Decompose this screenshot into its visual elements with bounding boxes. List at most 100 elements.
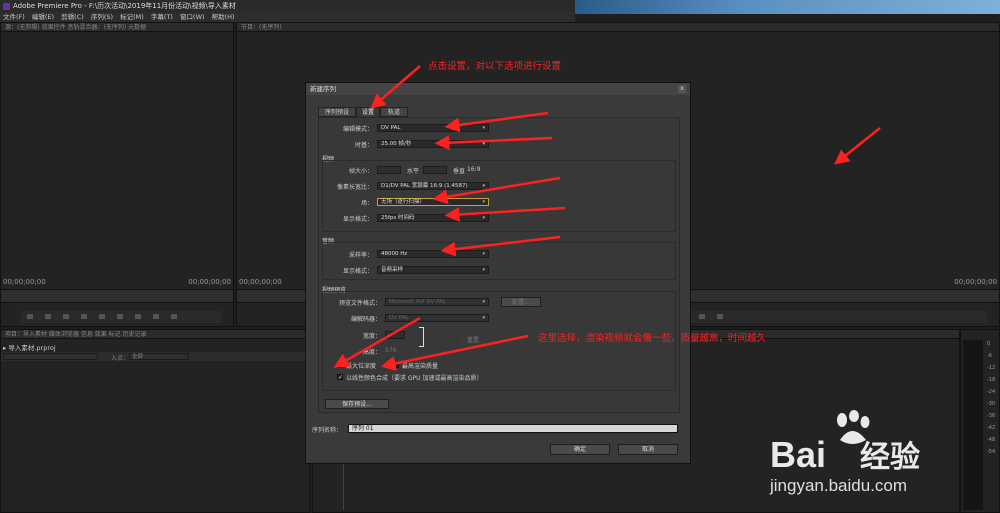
premiere-app-icon	[3, 2, 10, 10]
brand-text: Bai	[770, 434, 827, 475]
chevron-down-icon: ▾	[482, 267, 485, 273]
menu-window[interactable]: 窗口(W)	[180, 13, 205, 21]
sample-rate-value: 48000 Hz	[381, 251, 408, 257]
codec-select[interactable]: DV PAL ▾	[385, 314, 489, 322]
meter-tick: -24	[987, 389, 996, 395]
chevron-down-icon: ▾	[482, 183, 485, 189]
audio-display-select[interactable]: 音频采样 ▾	[377, 266, 489, 274]
overwrite-icon[interactable]	[153, 314, 159, 319]
chevron-down-icon: ▾	[482, 215, 485, 221]
meter-tick: -18	[987, 377, 996, 383]
source-transport-controls	[21, 311, 221, 323]
chevron-down-icon: ▾	[482, 315, 485, 321]
play-icon[interactable]	[81, 314, 87, 319]
tab-sequence-presets[interactable]: 序列预设	[318, 107, 356, 117]
frame-height-input[interactable]	[423, 166, 447, 174]
tab-settings[interactable]: 设置	[356, 107, 380, 117]
mark-in-icon[interactable]	[27, 314, 33, 319]
display-format-value: 25fps 时间码	[381, 215, 415, 221]
sequence-name-input[interactable]: 序列 01	[348, 424, 678, 433]
link-bracket-icon[interactable]	[419, 327, 424, 347]
frame-size-label: 帧大小：	[348, 168, 373, 175]
menu-marker[interactable]: 标记(M)	[120, 13, 144, 21]
dialog-close-icon[interactable]: x	[678, 85, 686, 93]
fields-select[interactable]: 无场（逐行扫描） ▾	[377, 198, 489, 206]
pixel-aspect-value: D1/DV PAL 宽银幕 16:9 (1.4587)	[381, 183, 468, 189]
project-panel-tabs[interactable]: 项目：导入素材 媒体浏览器 信息 效果 标记 历史记录	[1, 330, 309, 339]
window-title: Adobe Premiere Pro - F:\历次活动\2019年11月份活动…	[13, 2, 236, 10]
source-monitor-panel: 源：(无剪辑) 效果控件 音轨混合器：(无序列) 元数据 00;00;00;00…	[0, 22, 234, 327]
menu-clip[interactable]: 剪辑(C)	[61, 13, 84, 21]
preview-format-select[interactable]: Microsoft AVI DV PAL ▾	[385, 298, 489, 306]
preview-width-input[interactable]	[385, 331, 405, 339]
export-frame-icon[interactable]	[171, 314, 177, 319]
chevron-down-icon: ▾	[482, 141, 485, 147]
chevron-down-icon: ▾	[482, 199, 485, 205]
brand-text-2: 经验	[860, 441, 921, 474]
settings-content: 编辑模式： DV PAL ▾ 时基： 25.00 帧/秒 ▾ 视频 帧大小： 水平 …	[318, 117, 680, 413]
linear-color-checkbox[interactable]: ✓	[337, 374, 343, 381]
sample-rate-label: 采样率：	[348, 252, 373, 259]
settings-icon[interactable]	[717, 314, 723, 319]
program-panel-tab[interactable]: 节目：(无序列)	[237, 23, 999, 32]
cancel-button[interactable]: 取消	[618, 444, 678, 455]
max-render-quality-checkbox[interactable]	[393, 362, 399, 368]
dialog-title: 新建序列	[306, 83, 690, 95]
step-forward-icon[interactable]	[99, 314, 105, 319]
source-scrub-bar[interactable]	[1, 289, 233, 303]
editing-mode-value: DV PAL	[381, 125, 401, 131]
mark-out-icon[interactable]	[45, 314, 51, 319]
audio-display-label: 显示格式：	[342, 268, 373, 275]
in-label: 入点：	[111, 355, 130, 362]
fields-label: 场：	[360, 200, 373, 207]
project-search-input[interactable]	[3, 353, 98, 360]
source-panel-tabs[interactable]: 源：(无剪辑) 效果控件 音轨混合器：(无序列) 元数据	[1, 23, 233, 32]
prog-export-frame-icon[interactable]	[699, 314, 705, 319]
timebase-value: 25.00 帧/秒	[381, 141, 412, 147]
ok-button[interactable]: 确定	[550, 444, 610, 455]
horizontal-label: 水平	[406, 168, 419, 175]
program-timecode-left: 00;00;00;00	[239, 278, 282, 286]
meter-tick: -30	[987, 401, 996, 407]
chevron-down-icon: ▾	[482, 251, 485, 257]
editing-mode-select[interactable]: DV PAL ▾	[377, 124, 489, 132]
audio-display-value: 音频采样	[381, 267, 404, 273]
save-preset-button[interactable]: 保存预设...	[325, 399, 389, 409]
baidu-brand: Bai 经验	[770, 432, 920, 476]
menu-title[interactable]: 字幕(T)	[151, 13, 173, 21]
insert-icon[interactable]	[135, 314, 141, 319]
menu-edit[interactable]: 编辑(E)	[32, 13, 54, 21]
preview-format-value: Microsoft AVI DV PAL	[389, 299, 446, 305]
max-bit-depth-checkbox[interactable]	[337, 362, 343, 368]
editing-mode-label: 编辑模式：	[342, 126, 373, 133]
display-format-select[interactable]: 25fps 时间码 ▾	[377, 214, 489, 222]
aspect-value: 16:9	[467, 166, 481, 173]
menu-help[interactable]: 帮助(H)	[212, 13, 235, 21]
width-label: 宽度：	[362, 333, 381, 340]
timebase-select[interactable]: 25.00 帧/秒 ▾	[377, 140, 489, 148]
tab-tracks[interactable]: 轨道	[380, 107, 408, 117]
annotation-top: 点击设置，对以下选项进行设置	[428, 61, 562, 72]
reset-button[interactable]: 重置	[461, 337, 485, 346]
step-back-icon[interactable]	[63, 314, 69, 319]
baidu-jingyan-watermark: Bai 经验 jingyan.baidu.com	[770, 410, 990, 510]
codec-label: 编解码器：	[350, 316, 381, 323]
program-timecode-right: 00;00;00;00	[954, 278, 997, 286]
sample-rate-select[interactable]: 48000 Hz ▾	[377, 250, 489, 258]
height-label: 高度：	[362, 349, 381, 356]
meter-tick: -6	[987, 353, 992, 359]
height-value: 576	[385, 347, 397, 354]
new-sequence-dialog: 新建序列 x 序列预设 设置 轨道 编辑模式： DV PAL ▾ 时基： 25.0…	[305, 82, 691, 464]
source-timecode-left: 00;00;00;00	[3, 278, 46, 286]
configure-button[interactable]: 配置...	[501, 297, 541, 307]
fields-value: 无场（逐行扫描）	[381, 199, 426, 205]
preview-format-label: 预览文件格式：	[338, 300, 381, 307]
linear-color-label: 以线性颜色合成（要求 GPU 加速或最高渲染品质）	[346, 375, 483, 382]
in-filter-select[interactable]: 全部	[129, 353, 189, 360]
menu-sequence[interactable]: 序列(S)	[91, 13, 113, 21]
frame-width-input[interactable]	[377, 166, 401, 174]
loop-icon[interactable]	[117, 314, 123, 319]
meter-tick: 0	[987, 341, 991, 347]
menu-file[interactable]: 文件(F)	[3, 13, 25, 21]
pixel-aspect-select[interactable]: D1/DV PAL 宽银幕 16:9 (1.4587) ▾	[377, 182, 489, 190]
